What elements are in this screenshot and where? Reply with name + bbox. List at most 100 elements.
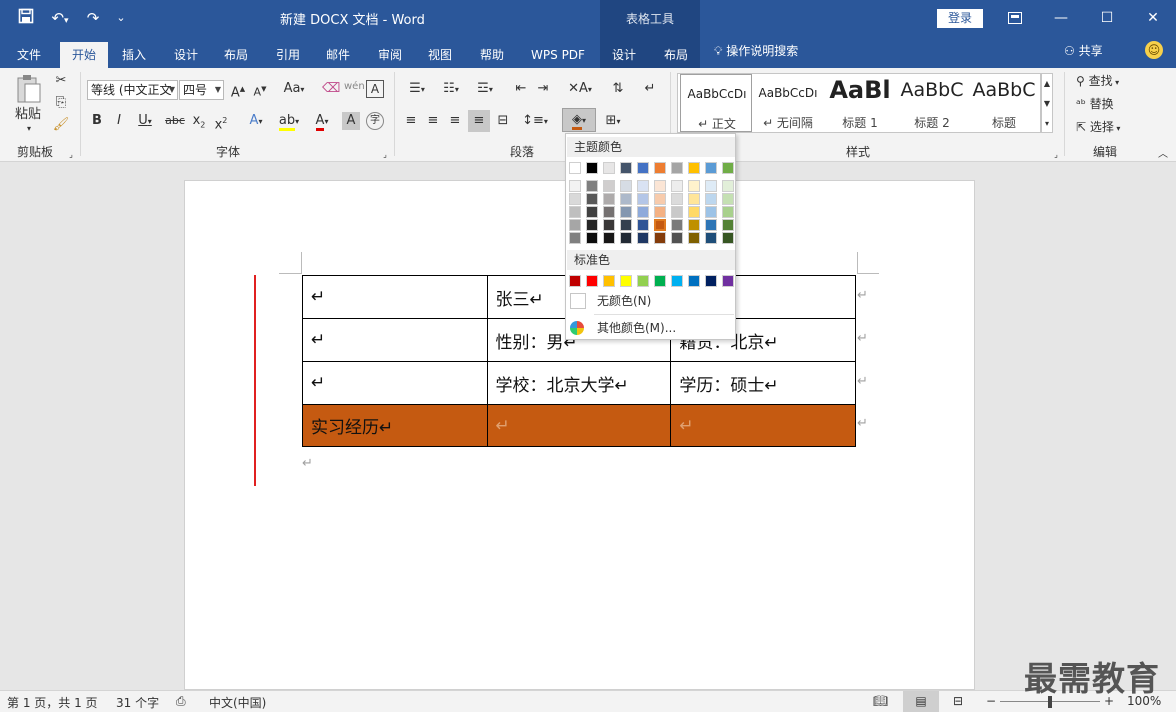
standard-color-swatch[interactable] xyxy=(722,275,734,287)
tab-mailings[interactable]: 邮件 xyxy=(314,42,362,68)
tab-help[interactable]: 帮助 xyxy=(468,42,516,68)
paste-clipboard-icon[interactable] xyxy=(14,74,44,104)
font-color-icon[interactable]: A▾ xyxy=(308,112,336,131)
theme-shade-swatch[interactable] xyxy=(637,193,649,205)
table-cell[interactable]: ↵ xyxy=(302,318,488,362)
theme-shade-swatch[interactable] xyxy=(586,180,598,192)
theme-shade-swatch[interactable] xyxy=(722,180,734,192)
zoom-out-button[interactable]: − xyxy=(986,694,996,708)
theme-shade-swatch[interactable] xyxy=(586,193,598,205)
theme-shade-swatch[interactable] xyxy=(688,232,700,244)
theme-shade-swatch[interactable] xyxy=(637,206,649,218)
theme-shade-swatch[interactable] xyxy=(569,180,581,192)
language-indicator[interactable]: 中文(中国) xyxy=(209,694,266,711)
text-effects-icon[interactable]: A▾ xyxy=(242,112,270,131)
standard-color-swatch[interactable] xyxy=(569,275,581,287)
theme-shade-swatch[interactable] xyxy=(620,180,632,192)
standard-color-swatch[interactable] xyxy=(620,275,632,287)
style-heading1[interactable]: AaBl 标题 1 xyxy=(824,74,896,132)
tab-table-design[interactable]: 设计 xyxy=(600,42,648,68)
clear-formatting-icon[interactable]: ⌫ xyxy=(322,80,340,98)
feedback-smiley-icon[interactable]: ☺ xyxy=(1145,41,1163,59)
tab-home[interactable]: 开始 xyxy=(60,42,108,68)
theme-shade-swatch[interactable] xyxy=(705,206,717,218)
style-no-spacing[interactable]: AaBbCcDı ↵ 无间隔 xyxy=(752,74,824,132)
italic-icon[interactable]: I xyxy=(110,112,128,130)
character-shading-icon[interactable]: A xyxy=(342,112,360,130)
theme-shade-swatch[interactable] xyxy=(671,219,683,231)
undo-icon[interactable]: ↶▾ xyxy=(46,8,74,28)
replace-button[interactable]: ᵃᵇ 替换 xyxy=(1076,95,1136,113)
more-colors-item[interactable]: 其他颜色(M)... xyxy=(566,316,735,340)
redo-icon[interactable]: ↷ xyxy=(82,8,104,28)
read-mode-icon[interactable]: 📖︎ xyxy=(873,694,888,708)
clipboard-launcher-icon[interactable]: ⌟ xyxy=(66,146,76,164)
theme-shade-swatch[interactable] xyxy=(688,219,700,231)
proofing-icon[interactable]: ⎙ xyxy=(176,694,186,709)
login-button[interactable]: 登录 xyxy=(937,9,983,28)
theme-shade-swatch[interactable] xyxy=(653,218,667,232)
subscript-icon[interactable]: x2 xyxy=(190,112,208,135)
tab-file[interactable]: 文件 xyxy=(0,42,58,68)
theme-shade-swatch[interactable] xyxy=(603,206,615,218)
cut-icon[interactable]: ✂ xyxy=(52,72,70,90)
theme-color-swatch[interactable] xyxy=(620,162,632,174)
standard-color-swatch[interactable] xyxy=(603,275,615,287)
theme-shade-swatch[interactable] xyxy=(569,232,581,244)
format-painter-icon[interactable]: 🖌︎ xyxy=(52,116,70,134)
font-launcher-icon[interactable]: ⌟ xyxy=(380,146,390,164)
table-cell[interactable]: 实习经历↵ xyxy=(302,404,488,447)
theme-color-swatch[interactable] xyxy=(722,162,734,174)
tab-layout[interactable]: 布局 xyxy=(212,42,260,68)
standard-color-swatch[interactable] xyxy=(688,275,700,287)
select-button[interactable]: ⇱ 选择 ▾ xyxy=(1076,118,1136,138)
strikethrough-icon[interactable]: abc xyxy=(164,112,186,130)
customize-qat-icon[interactable]: ⌄ xyxy=(112,8,130,28)
web-layout-icon[interactable]: ⊟ xyxy=(953,694,963,708)
theme-shade-swatch[interactable] xyxy=(637,232,649,244)
chinese-layout-icon[interactable]: ✕A▾ xyxy=(566,80,594,99)
share-button[interactable]: ⚇ 共享 xyxy=(1064,42,1103,59)
theme-shade-swatch[interactable] xyxy=(603,193,615,205)
theme-shade-swatch[interactable] xyxy=(654,193,666,205)
styles-launcher-icon[interactable]: ⌟ xyxy=(1051,146,1061,164)
decrease-indent-icon[interactable]: ⇤ xyxy=(512,80,530,98)
superscript-icon[interactable]: x2 xyxy=(212,112,230,134)
change-case-icon[interactable]: Aa▾ xyxy=(280,80,308,99)
increase-indent-icon[interactable]: ⇥ xyxy=(534,80,552,98)
theme-color-swatch[interactable] xyxy=(603,162,615,174)
standard-color-swatch[interactable] xyxy=(705,275,717,287)
line-spacing-icon[interactable]: ↕≡▾ xyxy=(520,112,550,131)
font-size-combo[interactable]: 四号 ▼ xyxy=(179,80,224,100)
table-cell[interactable]: ↵ xyxy=(302,275,488,319)
theme-shade-swatch[interactable] xyxy=(688,193,700,205)
enclose-characters-icon[interactable]: 字 xyxy=(366,112,384,130)
tab-references[interactable]: 引用 xyxy=(264,42,312,68)
word-count[interactable]: 31 个字 xyxy=(116,694,159,711)
theme-shade-swatch[interactable] xyxy=(705,232,717,244)
theme-shade-swatch[interactable] xyxy=(603,180,615,192)
theme-shade-swatch[interactable] xyxy=(620,206,632,218)
minimize-button[interactable]: — xyxy=(1038,0,1084,36)
tab-wps-pdf[interactable]: WPS PDF xyxy=(524,42,592,68)
theme-color-swatch[interactable] xyxy=(705,162,717,174)
theme-shade-swatch[interactable] xyxy=(654,206,666,218)
theme-shade-swatch[interactable] xyxy=(586,206,598,218)
tell-me-search[interactable]: 💡︎ 操作说明搜索 xyxy=(714,42,798,59)
theme-shade-swatch[interactable] xyxy=(620,193,632,205)
theme-shade-swatch[interactable] xyxy=(569,206,581,218)
theme-shade-swatch[interactable] xyxy=(637,219,649,231)
align-center-icon[interactable]: ≡ xyxy=(424,112,442,130)
sort-icon[interactable]: ⇅ xyxy=(608,80,628,98)
save-icon[interactable] xyxy=(14,8,38,28)
theme-shade-swatch[interactable] xyxy=(688,206,700,218)
theme-shade-swatch[interactable] xyxy=(722,232,734,244)
borders-icon[interactable]: ⊞▾ xyxy=(598,112,628,131)
theme-shade-swatch[interactable] xyxy=(620,219,632,231)
theme-shade-swatch[interactable] xyxy=(671,180,683,192)
tab-review[interactable]: 审阅 xyxy=(366,42,414,68)
theme-shade-swatch[interactable] xyxy=(620,232,632,244)
theme-color-swatch[interactable] xyxy=(586,162,598,174)
underline-icon[interactable]: U▾ xyxy=(132,112,158,131)
multilevel-list-icon[interactable]: ☲▾ xyxy=(470,80,500,99)
